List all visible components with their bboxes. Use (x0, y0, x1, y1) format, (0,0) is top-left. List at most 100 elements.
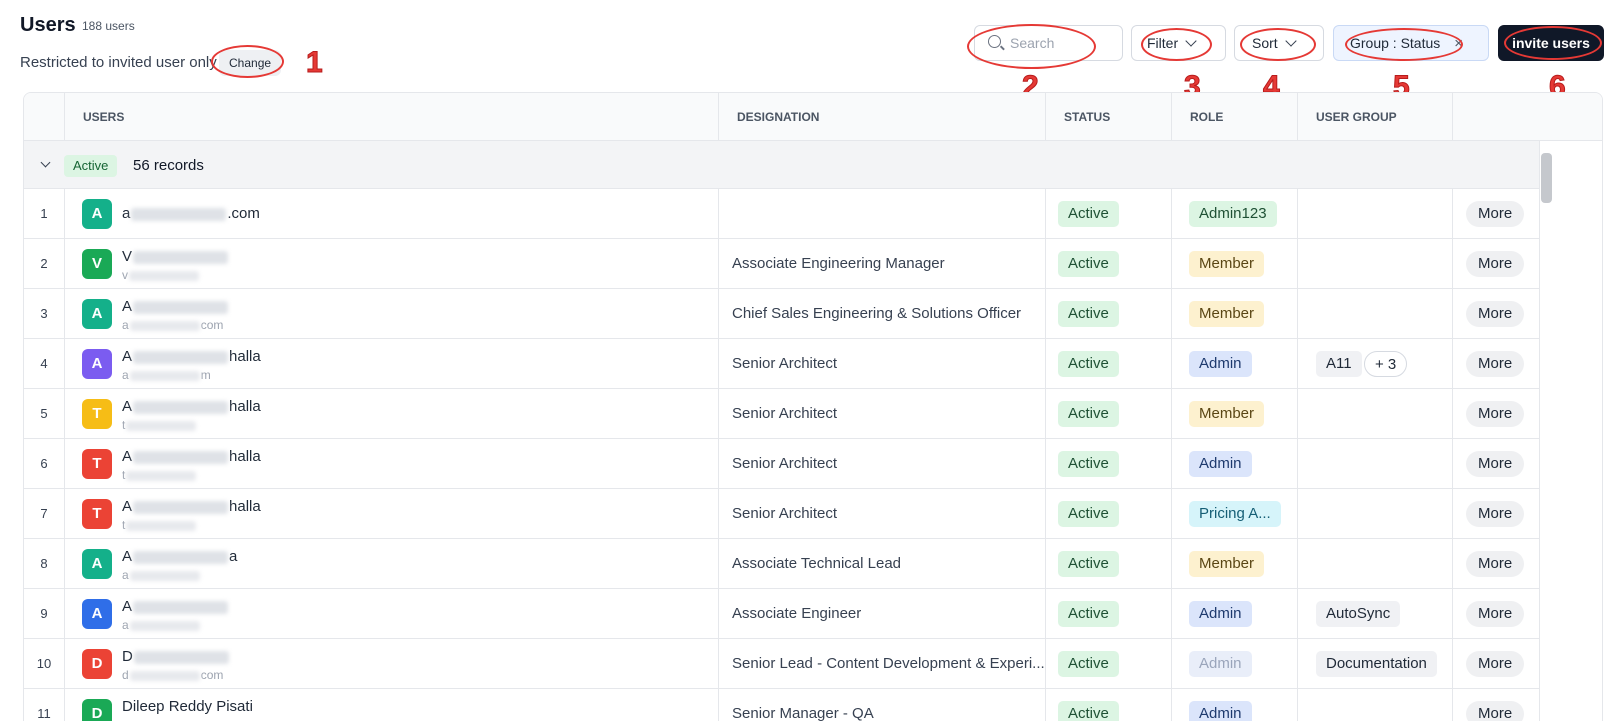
status-cell: Active (1045, 539, 1171, 588)
row-index: 1 (40, 206, 48, 221)
index-header (24, 93, 64, 141)
row-index: 9 (40, 606, 48, 621)
user-name-end: a (229, 548, 238, 565)
table-header: USERS DESIGNATION STATUS ROLE USER GROUP (24, 93, 1602, 141)
more-button[interactable]: More (1466, 201, 1525, 227)
user-name-start: a (122, 205, 131, 222)
status-badge: Active (1058, 651, 1119, 677)
user-cell[interactable]: D Dileep Reddy Pisati (64, 689, 718, 721)
user-cell[interactable]: VVv (64, 239, 718, 288)
redacted-text (129, 670, 200, 681)
user-group-cell: Documentation (1297, 639, 1452, 688)
user-cell[interactable]: A Ahalla a m (64, 339, 718, 388)
role-badge: Admin (1189, 451, 1252, 477)
more-button[interactable]: More (1466, 701, 1525, 721)
more-cell: More (1452, 489, 1539, 538)
change-button[interactable]: Change (219, 50, 282, 76)
column-header-user-group[interactable]: USER GROUP (1297, 93, 1397, 141)
user-group-tag[interactable]: AutoSync (1316, 601, 1401, 627)
invite-users-button[interactable]: invite users (1498, 25, 1604, 61)
user-email-end: com (200, 318, 224, 332)
more-button[interactable]: More (1466, 301, 1525, 327)
user-email-start: t (122, 518, 126, 532)
user-cell[interactable]: AAa (64, 589, 718, 638)
more-cell: More (1452, 639, 1539, 688)
close-icon[interactable]: × (1454, 35, 1463, 52)
more-button[interactable]: More (1466, 601, 1525, 627)
more-button[interactable]: More (1466, 501, 1525, 527)
user-cell[interactable]: Aa .com (64, 189, 718, 238)
role-cell: Member (1171, 289, 1297, 338)
search-box[interactable]: Search (974, 25, 1123, 61)
table-row[interactable]: 7 T Ahalla t Senior Architect Active Pricing A… (24, 489, 1602, 539)
column-header-role[interactable]: ROLE (1171, 93, 1223, 141)
user-group-cell: A11 + 3 (1297, 339, 1452, 388)
role-badge: Pricing A... (1189, 501, 1281, 527)
status-badge: Active (1058, 701, 1119, 721)
user-cell[interactable]: AAaa (64, 539, 718, 588)
user-name: A (122, 298, 229, 315)
user-email: a com (122, 318, 223, 332)
table-row[interactable]: 6 T Ahalla t Senior Architect Active Admin More (24, 439, 1602, 489)
scrollbar-thumb[interactable] (1541, 153, 1552, 203)
chevron-down-icon (1185, 34, 1197, 47)
group-by-label: Group : Status (1350, 35, 1441, 51)
redacted-text (133, 300, 229, 314)
table-row[interactable]: 11 D Dileep Reddy Pisati Senior Manager - Q… (24, 689, 1602, 721)
user-group-cell: AutoSync (1297, 589, 1452, 638)
role-badge: Member (1189, 301, 1265, 327)
user-cell[interactable]: T Ahalla t (64, 389, 718, 438)
user-name-end: halla (229, 398, 261, 415)
role-cell: Admin (1171, 689, 1297, 721)
group-row[interactable]: Active 56 records (24, 141, 1602, 189)
user-name-start: A (122, 598, 133, 615)
table-row[interactable]: 3 A Aa com Chief Sales Engineering & Solutio… (24, 289, 1602, 339)
scrollbar-track[interactable] (1539, 141, 1602, 721)
more-button[interactable]: More (1466, 351, 1525, 377)
user-cell[interactable]: T Ahalla t (64, 439, 718, 488)
more-button[interactable]: More (1466, 251, 1525, 277)
status-badge: Active (1058, 251, 1119, 277)
more-button[interactable]: More (1466, 651, 1525, 677)
designation-cell: Senior Architect (718, 339, 1045, 388)
designation-cell: Senior Architect (718, 439, 1045, 488)
user-cell[interactable]: D Dd com (64, 639, 718, 688)
table-row[interactable]: 5 T Ahalla t Senior Architect Active Member Mor… (24, 389, 1602, 439)
more-button[interactable]: More (1466, 451, 1525, 477)
user-cell[interactable]: T Ahalla t (64, 489, 718, 538)
user-group-tag[interactable]: Documentation (1316, 651, 1437, 677)
user-group-more-tag[interactable]: + 3 (1364, 351, 1408, 377)
status-cell: Active (1045, 389, 1171, 438)
column-header-status[interactable]: STATUS (1045, 93, 1110, 141)
more-button[interactable]: More (1466, 401, 1525, 427)
redacted-text (133, 450, 229, 464)
table-row[interactable]: 8 A Aa a Associate Technical Lead Active Membe… (24, 539, 1602, 589)
user-email: a (122, 568, 201, 582)
user-email: v (122, 268, 200, 282)
group-by-chip[interactable]: Group : Status × (1333, 25, 1489, 61)
designation-cell: Associate Technical Lead (718, 539, 1045, 588)
redacted-text (129, 370, 200, 381)
status-badge: Active (1058, 601, 1119, 627)
user-name-start: A (122, 398, 133, 415)
table-row[interactable]: 1 Aa .com Active Admin123 More (24, 189, 1602, 239)
chevron-down-icon[interactable] (40, 157, 51, 168)
table-row[interactable]: 2 V Vv Associate Engineering Manager Active M… (24, 239, 1602, 289)
user-group-tag[interactable]: A11 (1316, 351, 1362, 377)
column-header-designation[interactable]: DESIGNATION (718, 93, 819, 141)
sort-button[interactable]: Sort (1234, 25, 1324, 61)
search-input[interactable]: Search (1010, 35, 1054, 51)
user-email: t (122, 518, 197, 532)
table-row[interactable]: 4 A Ahalla a m Senior Architect Active Admin A11… (24, 339, 1602, 389)
table-row[interactable]: 9 A Aa Associate Engineer Active Admin AutoSyn… (24, 589, 1602, 639)
user-email-start: a (122, 368, 129, 382)
redacted-text (133, 350, 229, 364)
column-header-users[interactable]: USERS (64, 93, 124, 141)
user-group-cell (1297, 239, 1452, 288)
user-email: am (122, 368, 211, 382)
more-button[interactable]: More (1466, 551, 1525, 577)
table-row[interactable]: 10 D Dd com Senior Lead - Content Developmen… (24, 639, 1602, 689)
more-cell: More (1452, 339, 1539, 388)
filter-button[interactable]: Filter (1131, 25, 1226, 61)
user-cell[interactable]: A Aa com (64, 289, 718, 338)
